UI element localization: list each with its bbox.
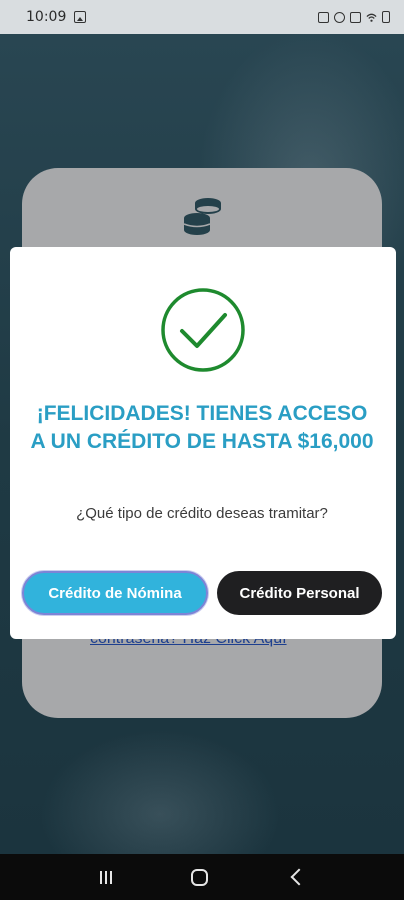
notification-icon <box>318 11 329 23</box>
gallery-icon <box>74 11 87 23</box>
modal-question: ¿Qué tipo de crédito deseas tramitar? <box>76 505 328 522</box>
modal-title: ¡FELICIDADES! TIENES ACCESO A UN CRÉDITO… <box>30 402 374 453</box>
mute-icon <box>350 11 361 23</box>
home-icon[interactable] <box>190 868 208 886</box>
battery-icon <box>382 11 390 23</box>
wifi-icon <box>366 13 377 22</box>
recents-icon[interactable] <box>99 870 112 884</box>
status-icons <box>318 11 390 23</box>
coins-icon <box>183 198 221 235</box>
navigation-bar <box>0 854 404 900</box>
status-time: 10:09 <box>26 9 67 25</box>
credito-nomina-button[interactable]: Crédito de Nómina <box>22 571 208 615</box>
alarm-icon <box>334 11 345 23</box>
check-circle-icon <box>161 288 245 372</box>
credito-personal-button[interactable]: Crédito Personal <box>217 571 382 615</box>
status-bar: 10:09 <box>0 0 404 34</box>
back-icon[interactable] <box>290 868 307 886</box>
